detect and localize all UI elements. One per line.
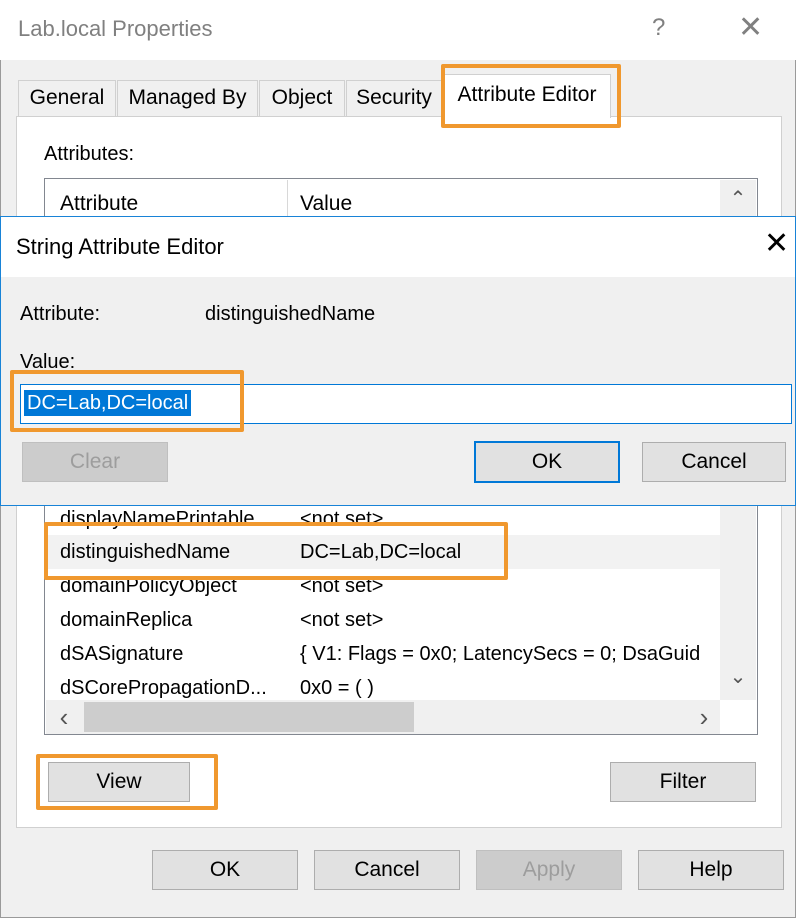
apply-button[interactable]: Apply: [476, 850, 622, 890]
column-divider[interactable]: [287, 180, 288, 216]
cancel-button[interactable]: Cancel: [314, 850, 460, 890]
row-highlight-box: [44, 522, 508, 580]
close-icon[interactable]: ✕: [738, 10, 763, 45]
window-title: Lab.local Properties: [18, 16, 213, 41]
value-highlight-box: [10, 370, 244, 432]
row-value: { V1: Flags = 0x0; LatencySecs = 0; DsaG…: [300, 643, 701, 665]
tab-managed-by[interactable]: Managed By: [117, 80, 258, 116]
filter-button[interactable]: Filter: [610, 762, 756, 802]
table-row[interactable]: domainReplica <not set>: [48, 603, 720, 637]
scroll-down-icon[interactable]: ⌄: [724, 664, 752, 689]
clear-button[interactable]: Clear: [22, 442, 168, 482]
table-row[interactable]: dSASignature { V1: Flags = 0x0; LatencyS…: [48, 637, 720, 671]
tab-object[interactable]: Object: [259, 80, 345, 116]
view-highlight-box: [36, 754, 218, 810]
editor-title: String Attribute Editor: [16, 234, 224, 259]
attribute-name-value: distinguishedName: [205, 303, 376, 325]
editor-close-icon[interactable]: ✕: [764, 226, 789, 261]
editor-cancel-button[interactable]: Cancel: [642, 442, 786, 482]
row-attribute: domainReplica: [60, 609, 193, 631]
scroll-up-icon[interactable]: ⌃: [724, 186, 752, 211]
ok-button[interactable]: OK: [152, 850, 298, 890]
help-icon[interactable]: ?: [652, 14, 665, 42]
tab-highlight-box: [441, 64, 621, 128]
scroll-right-icon[interactable]: ›: [692, 702, 716, 733]
editor-ok-button[interactable]: OK: [474, 441, 620, 483]
tab-general[interactable]: General: [18, 80, 116, 116]
tab-security[interactable]: Security: [346, 80, 442, 116]
scroll-left-icon[interactable]: ‹: [52, 702, 76, 733]
help-button[interactable]: Help: [638, 850, 784, 890]
attribute-label: Attribute:: [20, 303, 101, 325]
attributes-label: Attributes:: [44, 143, 135, 165]
horizontal-scroll-thumb[interactable]: [84, 702, 414, 732]
row-value: <not set>: [300, 609, 384, 631]
row-attribute: dSASignature: [60, 643, 184, 665]
